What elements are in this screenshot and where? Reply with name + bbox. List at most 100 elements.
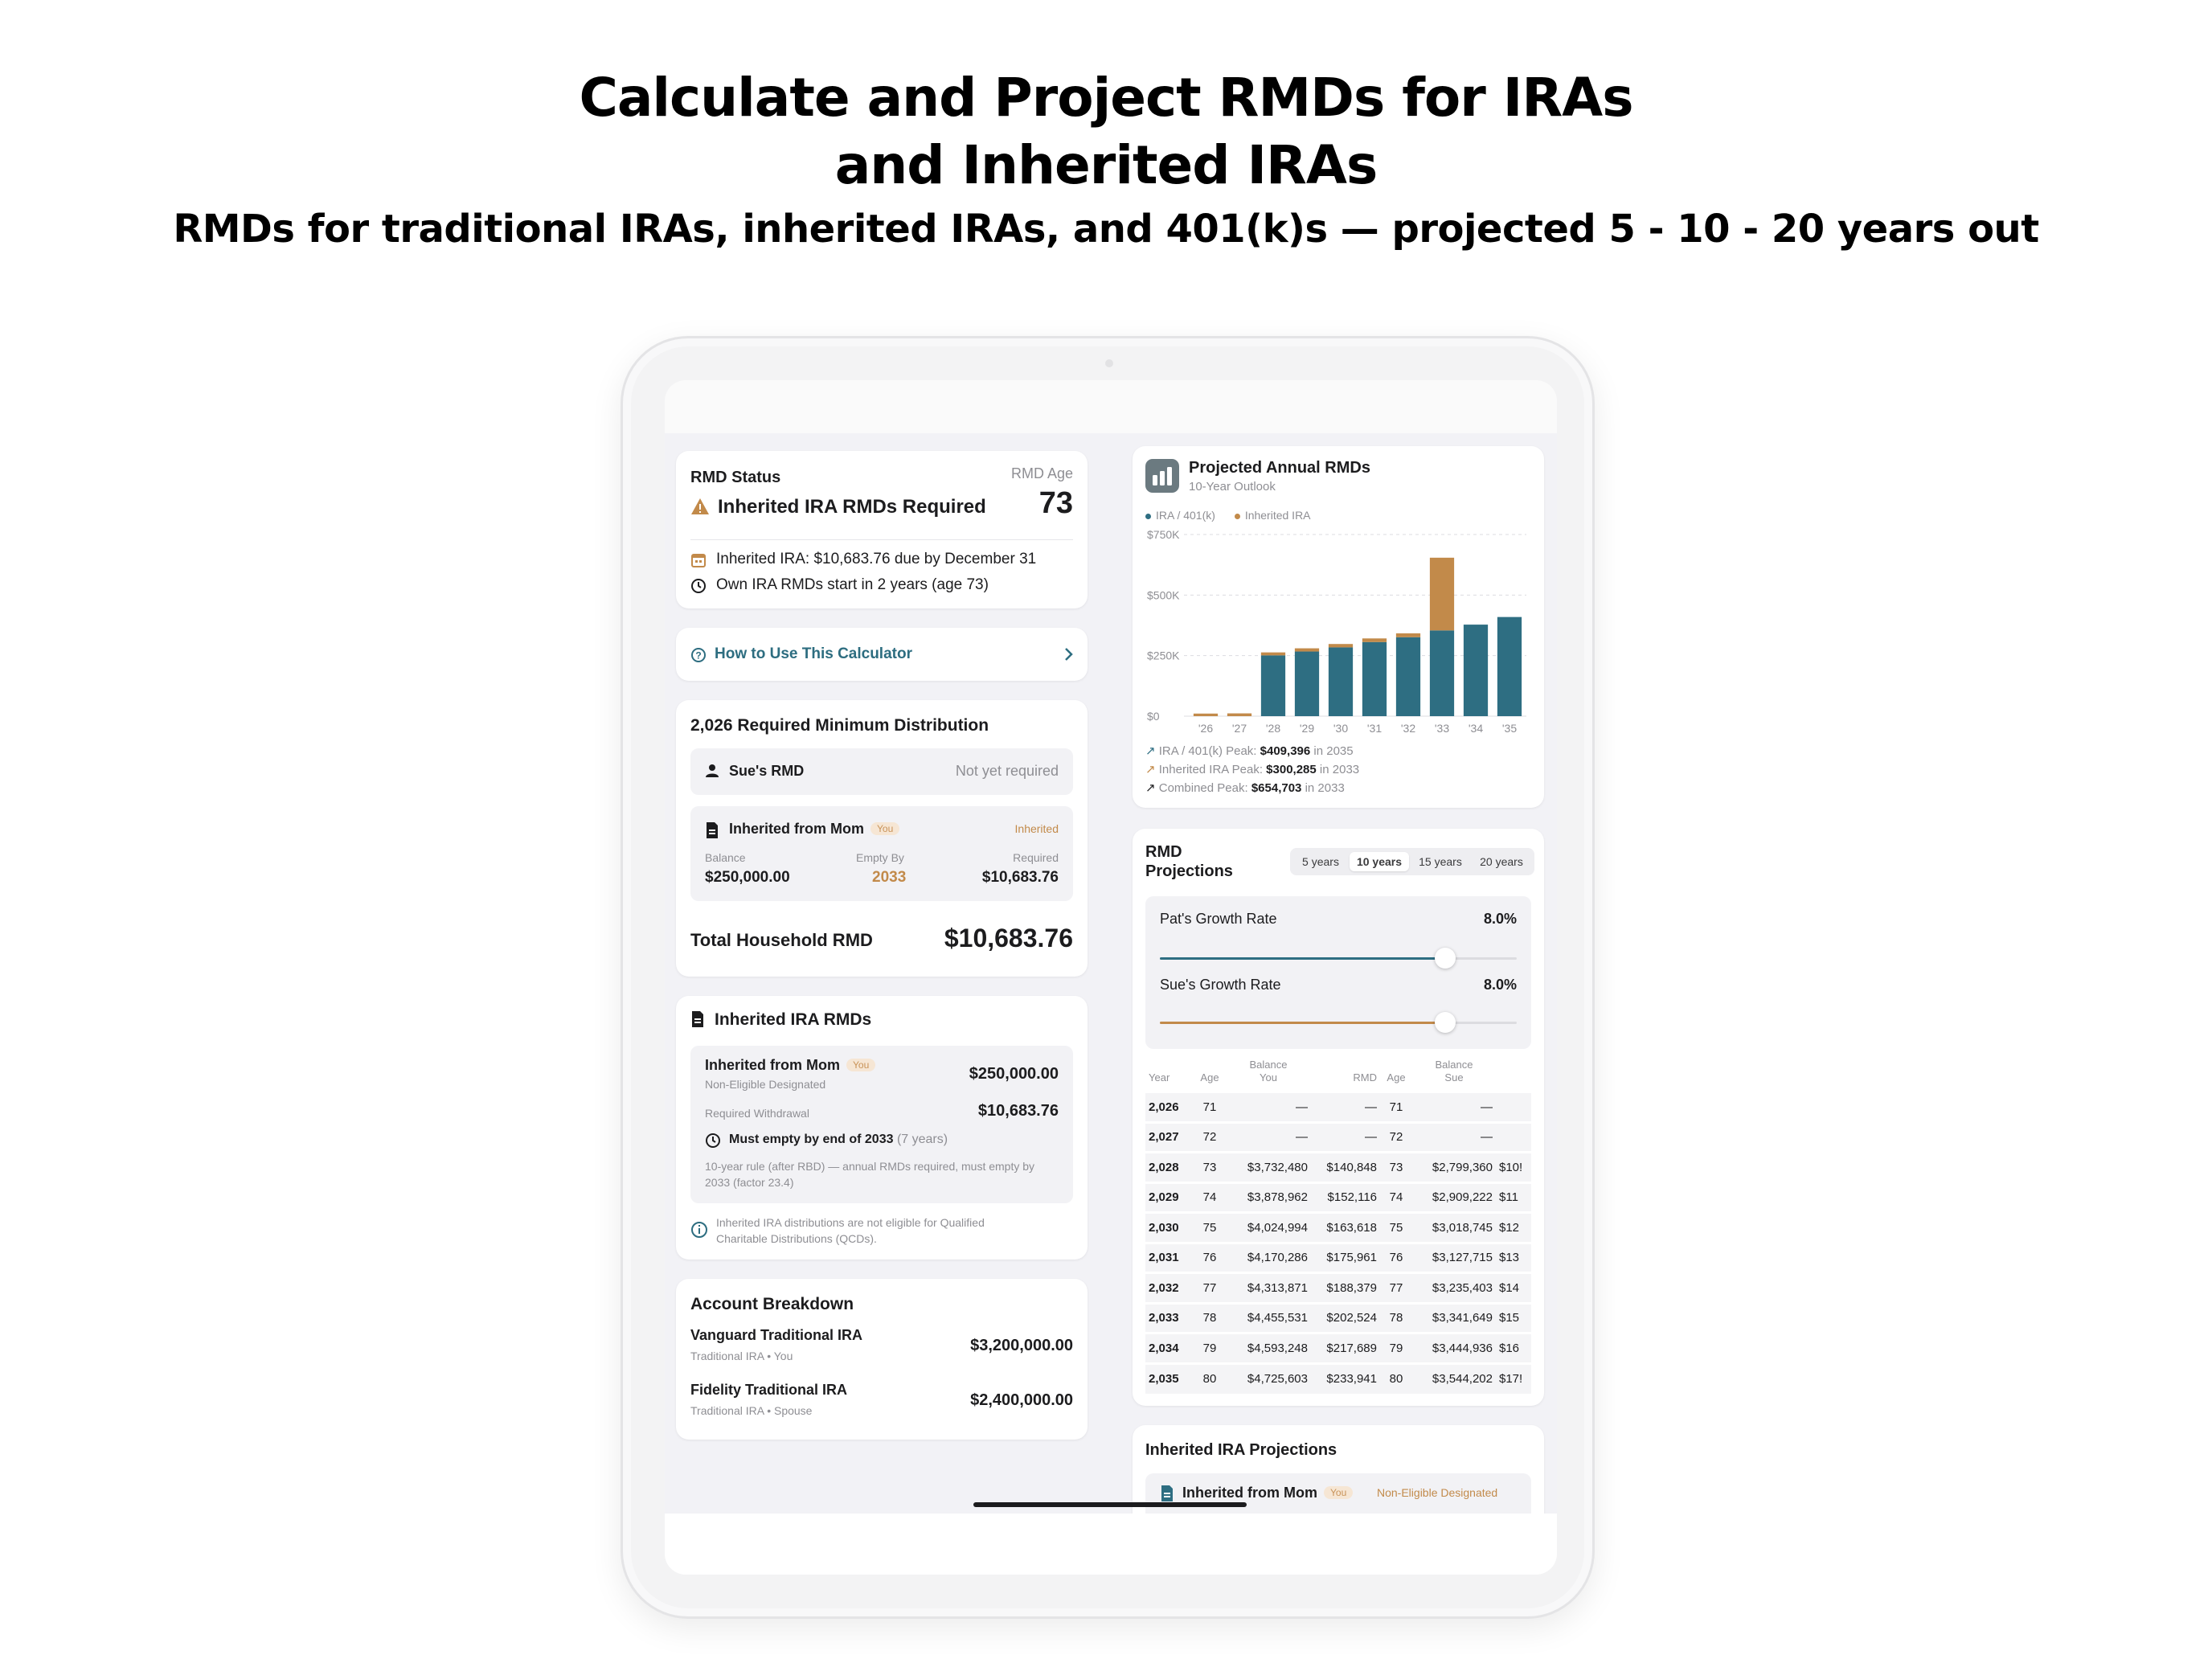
cell-balance-you: —	[1226, 1091, 1311, 1122]
rule-line-2: 2033 (factor 23.4)	[705, 1176, 794, 1189]
sue-growth-label: Sue's Growth Rate	[1160, 977, 1281, 993]
x-tick-label: '27	[1232, 722, 1247, 735]
segment-15-years[interactable]: 15 years	[1411, 852, 1470, 871]
inherited-rmds-name: Inherited from Mom You	[705, 1057, 876, 1074]
years-segmented-control[interactable]: 5 years 10 years 15 years 20 years	[1290, 848, 1534, 875]
peak-inherited: ↗ Inherited IRA Peak: $300,285 in 2033	[1145, 762, 1359, 776]
projected-rmds-card: Projected Annual RMDs 10-Year Outlook IR…	[1133, 446, 1544, 808]
table-row: 2,033 78 $4,455,531 $202,524 78 $3,341,649 $15	[1145, 1301, 1531, 1333]
x-tick-label: '34	[1469, 722, 1483, 735]
account-name: Vanguard Traditional IRA	[690, 1327, 863, 1343]
sue-rmd-row[interactable]: Sue's RMD Not yet required	[690, 748, 1073, 795]
bar-ira	[1429, 630, 1455, 716]
account-breakdown-card: Account Breakdown Vanguard Traditional I…	[676, 1279, 1088, 1440]
bottom-area	[665, 1514, 1557, 1575]
x-tick-label: '33	[1435, 722, 1449, 735]
segment-20-years[interactable]: 20 years	[1472, 852, 1531, 871]
col-age: Age	[1200, 1071, 1219, 1083]
col-you-label: You	[1260, 1071, 1277, 1083]
col-balance2-label: Balance	[1435, 1059, 1473, 1071]
inherited-name-text: Inherited from Mom	[729, 821, 865, 837]
legend-inherited-label: Inherited IRA	[1244, 509, 1311, 522]
inherited-rmds-detail[interactable]: Inherited from Mom You Non-Eligible Desig…	[690, 1046, 1073, 1203]
col-rmd: RMD	[1353, 1071, 1377, 1083]
cell-year: 2,026	[1145, 1091, 1194, 1122]
bar-inherited	[1395, 633, 1421, 637]
projections-title-2: Projections	[1145, 862, 1233, 880]
chart-card-title: Projected Annual RMDs	[1189, 459, 1370, 477]
table-row: 2,034 79 $4,593,248 $217,689 79 $3,444,936 $16	[1145, 1332, 1531, 1363]
bar-ira	[1395, 637, 1421, 716]
chart-card-subtitle: 10-Year Outlook	[1189, 480, 1276, 494]
calendar-icon	[691, 554, 706, 567]
required-label: Required	[1013, 851, 1059, 864]
sue-growth-value: 8.0%	[1483, 977, 1517, 993]
cell-balance-you: $4,725,603	[1226, 1362, 1311, 1394]
cell-balance-sue: $3,341,649	[1412, 1301, 1496, 1333]
col-year: Year	[1149, 1071, 1170, 1083]
segment-5-years[interactable]: 5 years	[1293, 852, 1348, 871]
bar-inherited	[1294, 648, 1320, 652]
table-row: 2,032 77 $4,313,871 $188,379 77 $3,235,403 $14	[1145, 1272, 1531, 1303]
cell-balance-sue: $3,127,715	[1412, 1241, 1496, 1273]
cell-year: 2,032	[1145, 1272, 1194, 1303]
inherited-row[interactable]: Inherited from Mom You Inherited Balance …	[690, 806, 1073, 901]
cell-rmd: $217,689	[1311, 1332, 1380, 1363]
col-balance-you: Balance You	[1226, 1059, 1311, 1092]
pat-growth-slider[interactable]	[1435, 948, 1456, 969]
distribution-title: 2,026 Required Minimum Distribution	[690, 716, 989, 735]
y-tick-label: $250K	[1147, 649, 1180, 662]
camera-dot	[1105, 359, 1113, 367]
table-row: 2,035 80 $4,725,603 $233,941 80 $3,544,202 $17…	[1145, 1362, 1531, 1394]
inherited-projection-name-text: Inherited from Mom	[1182, 1485, 1318, 1501]
legend-inherited-dot	[1234, 514, 1240, 519]
cell-balance-sue: $3,544,202	[1412, 1362, 1496, 1394]
rmd-status-title: RMD Status	[690, 469, 781, 486]
x-tick-label: '30	[1333, 722, 1348, 735]
hero-header: Calculate and Project RMDs for IRAs and …	[0, 64, 2212, 256]
bar-inherited	[1328, 644, 1354, 648]
pat-growth-fill	[1160, 957, 1446, 960]
cell-age-sue: 80	[1380, 1362, 1412, 1394]
pat-growth-value: 8.0%	[1483, 911, 1517, 927]
cell-age-sue: 71	[1380, 1091, 1412, 1122]
inherited-rmds-type: Non-Eligible Designated	[705, 1078, 826, 1091]
how-to-use-button[interactable]: ? How to Use This Calculator	[676, 628, 1088, 681]
legend-ira-label: IRA / 401(k)	[1156, 509, 1215, 522]
cell-rmd-sue: $14	[1496, 1272, 1531, 1303]
bar-inherited	[1227, 713, 1252, 716]
bar-ira	[1497, 616, 1522, 716]
peak-inherited-value: $300,285	[1266, 763, 1317, 776]
cell-year: 2,031	[1145, 1241, 1194, 1273]
cell-age-sue: 78	[1380, 1301, 1412, 1333]
document-icon	[707, 822, 718, 838]
inherited-rmds-title: Inherited IRA RMDs	[715, 1010, 872, 1029]
cell-age-sue: 79	[1380, 1332, 1412, 1363]
bar-inherited	[1260, 652, 1286, 656]
cell-rmd: $163,618	[1311, 1211, 1380, 1243]
cell-age: 77	[1194, 1272, 1226, 1303]
cell-rmd-sue: $11	[1496, 1181, 1531, 1213]
cell-rmd: $140,848	[1311, 1151, 1380, 1182]
you-badge: You	[870, 822, 900, 835]
cell-age: 73	[1194, 1151, 1226, 1182]
inherited-rmds-name-text: Inherited from Mom	[705, 1057, 841, 1073]
trend-up-icon: ↗	[1145, 744, 1156, 758]
segment-10-years[interactable]: 10 years	[1350, 852, 1409, 871]
cell-rmd-sue	[1496, 1120, 1531, 1153]
qcd-note-line-1: Inherited IRA distributions are not elig…	[716, 1216, 985, 1229]
peak-inherited-year: in 2033	[1319, 763, 1360, 776]
x-tick-label: '32	[1401, 722, 1415, 735]
balance-label: Balance	[705, 851, 746, 864]
col-rmd-sue	[1496, 1059, 1531, 1092]
inherited-name: Inherited from Mom You	[729, 821, 900, 838]
inherited-rmds-balance: $250,000.00	[969, 1065, 1059, 1083]
sue-growth-slider[interactable]	[1435, 1012, 1456, 1033]
cell-age: 76	[1194, 1241, 1226, 1273]
table-row: 2,028 73 $3,732,480 $140,848 73 $2,799,360 $10…	[1145, 1151, 1531, 1182]
col-age-sue: Age	[1387, 1071, 1406, 1083]
document-icon	[1161, 1485, 1173, 1501]
how-to-use-label: How to Use This Calculator	[715, 645, 912, 662]
account-breakdown-title: Account Breakdown	[690, 1295, 854, 1313]
bar-inherited	[1429, 557, 1455, 631]
